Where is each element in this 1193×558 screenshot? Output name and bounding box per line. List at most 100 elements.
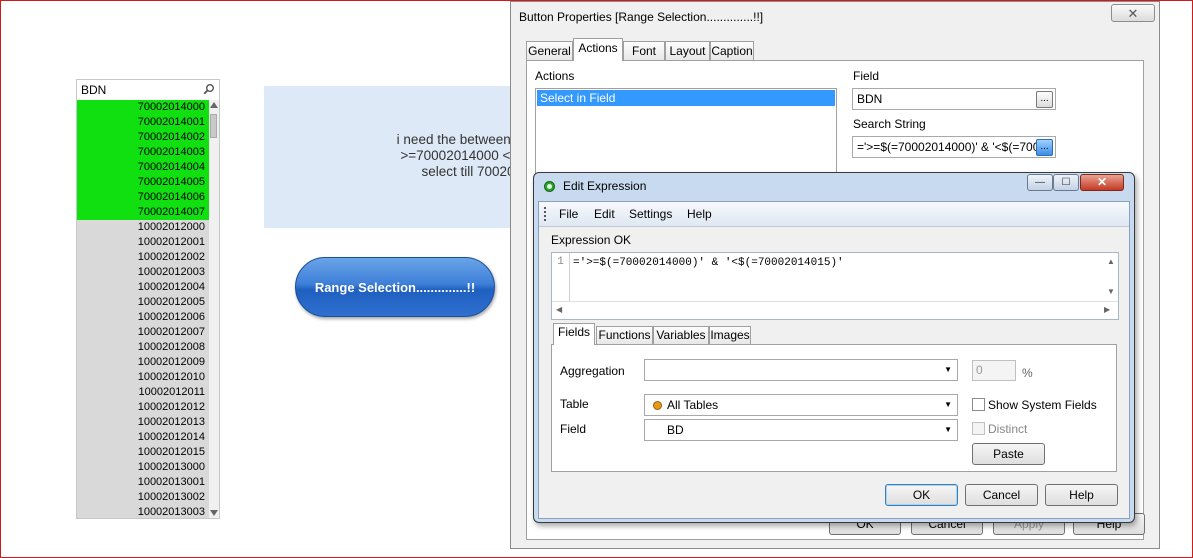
list-item[interactable]: 10002013002 [77,490,209,505]
search-string-input[interactable]: ='>=$(=70002014000)' & '<$(=700 [852,136,1056,158]
show-system-fields-checkbox[interactable] [972,398,985,411]
tab-actions[interactable]: Actions [573,38,623,61]
listbox-title: BDN [81,83,107,97]
field-label: Field [560,422,587,436]
list-item[interactable]: 10002012001 [77,235,209,250]
maximize-button[interactable]: ☐ [1053,174,1079,191]
list-item[interactable]: 10002012009 [77,355,209,370]
menu-file[interactable]: File [559,207,578,221]
list-item[interactable]: 10002013000 [77,460,209,475]
paste-button[interactable]: Paste [972,443,1045,465]
table-status-icon [653,401,662,410]
list-item[interactable]: 10002012013 [77,415,209,430]
show-system-fields-label: Show System Fields [988,398,1097,412]
tab-general[interactable]: General [526,41,573,60]
scroll-up-icon[interactable] [210,102,218,108]
list-item[interactable]: 70002014002 [77,130,209,145]
edit-expression-dialog: Edit Expression — ☐ ✕ File Edit Settings… [533,172,1135,523]
scrollbar-thumb[interactable] [210,114,217,138]
list-item[interactable]: 70002014007 [77,205,209,220]
actions-label: Actions [535,69,575,83]
action-item-select-in-field[interactable]: Select in Field [537,90,835,106]
tab-caption[interactable]: Caption [710,41,754,60]
scroll-down-icon[interactable] [210,510,218,516]
tab-images[interactable]: Images [709,326,751,344]
listbox-scrollbar[interactable] [209,100,219,518]
scroll-up-icon[interactable]: ▲ [1107,257,1115,266]
tab-functions[interactable]: Functions [596,326,653,344]
editor-horizontal-scrollbar[interactable]: ◀ ▶ [552,301,1118,318]
list-item[interactable]: 70002014004 [77,160,209,175]
percent-spinbox[interactable]: 0 [972,360,1016,381]
field-select[interactable]: BD ▼ [644,419,958,441]
list-item[interactable]: 10002013003 [77,505,209,520]
menu-help[interactable]: Help [687,207,712,221]
scroll-down-icon[interactable]: ▼ [1107,287,1115,296]
bdn-listbox[interactable]: BDN 70002014000 70002014001 70002014002 … [76,79,220,519]
table-value: All Tables [667,398,719,412]
table-select[interactable]: All Tables ▼ [644,394,958,416]
list-item[interactable]: 10002012012 [77,400,209,415]
listbox-header: BDN [77,80,219,101]
field-label: Field [853,69,880,83]
tab-variables[interactable]: Variables [653,326,709,344]
menu-settings[interactable]: Settings [629,207,672,221]
tab-font[interactable]: Font [623,41,665,60]
list-item[interactable]: 10002012002 [77,250,209,265]
chevron-down-icon: ▼ [944,365,952,374]
field-input[interactable]: BDN [852,88,1056,110]
list-item[interactable]: 10002012003 [77,265,209,280]
dialog-title: Edit Expression [563,179,647,193]
list-item[interactable]: 70002014001 [77,115,209,130]
list-item[interactable]: 10002012008 [77,340,209,355]
list-item[interactable]: 10002012005 [77,295,209,310]
field-value: BD [667,423,684,437]
minimize-button[interactable]: — [1027,174,1053,191]
field-browse-button[interactable]: ... [1036,91,1053,108]
list-item[interactable]: 70002014000 [77,100,209,115]
search-string-edit-button[interactable]: ... [1036,139,1053,156]
note-text: i need the between value in BDN fie >=70… [264,132,524,180]
list-item[interactable]: 10002012011 [77,385,209,400]
scroll-right-icon[interactable]: ▶ [1104,305,1110,314]
note-line: i need the between value in BDN fie [396,132,524,147]
percent-sign: % [1022,366,1033,380]
aggregation-select[interactable]: ▼ [644,359,958,381]
dialog-title: Button Properties [Range Selection......… [519,10,764,24]
qlikview-logo-icon [544,181,555,192]
table-label: Table [560,397,589,411]
close-button[interactable]: ✕ [1111,4,1155,22]
list-item[interactable]: 10002013001 [77,475,209,490]
editor-vertical-scrollbar[interactable]: ▲ ▼ [1104,253,1118,301]
close-button[interactable]: ✕ [1080,174,1124,191]
list-item[interactable]: 10002012015 [77,445,209,460]
list-item[interactable]: 10002012006 [77,310,209,325]
tab-layout[interactable]: Layout [665,41,710,60]
list-item[interactable]: 10002012010 [77,370,209,385]
scroll-left-icon[interactable]: ◀ [556,305,562,314]
expression-text[interactable]: ='>=$(=70002014000)' & '<$(=70002014015)… [573,257,844,269]
cancel-button[interactable]: Cancel [965,484,1038,506]
ok-button[interactable]: OK [885,484,958,506]
expression-status: Expression OK [551,233,632,247]
list-item[interactable]: 70002014006 [77,190,209,205]
list-item[interactable]: 70002014003 [77,145,209,160]
distinct-checkbox[interactable] [972,422,985,435]
list-item[interactable]: 10002012014 [77,430,209,445]
range-selection-label: Range Selection..............!! [314,279,476,295]
list-item[interactable]: 10002012000 [77,220,209,235]
note-line: >=70002014000 <=7002014014 in [400,148,524,163]
menu-edit[interactable]: Edit [594,207,615,221]
search-string-label: Search String [853,117,926,131]
tab-fields[interactable]: Fields [553,323,595,345]
chevron-down-icon: ▼ [944,425,952,434]
list-item[interactable]: 10002012004 [77,280,209,295]
text-object: i need the between value in BDN fie >=70… [264,86,524,228]
search-icon[interactable] [203,83,215,95]
list-item[interactable]: 70002014005 [77,175,209,190]
note-line: select till 7002014014. But i [421,164,524,179]
help-button[interactable]: Help [1045,484,1118,506]
range-selection-button[interactable]: Range Selection..............!! [295,257,495,317]
expression-editor[interactable]: 1 ='>=$(=70002014000)' & '<$(=7000201401… [551,252,1119,320]
list-item[interactable]: 10002012007 [77,325,209,340]
